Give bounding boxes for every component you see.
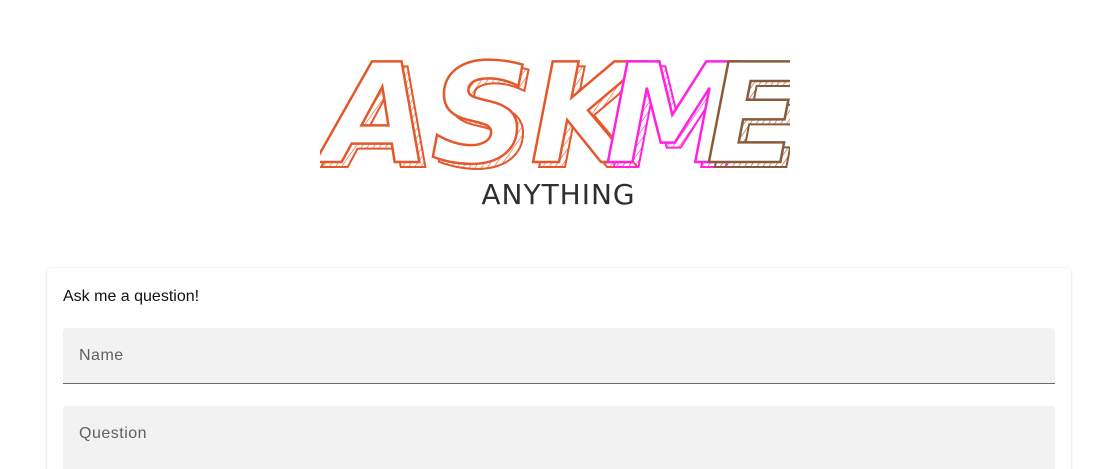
logo-subtitle: ANYTHING [481, 178, 636, 211]
question-form-card: Ask me a question! [47, 268, 1071, 469]
name-field[interactable] [63, 328, 1055, 384]
logo-e-text: E [706, 40, 790, 175]
ask-me-logo: ASK M E ASK M E [320, 40, 790, 175]
question-field[interactable] [63, 406, 1055, 469]
form-title: Ask me a question! [63, 288, 200, 305]
logo-ask-text: ASK [320, 40, 646, 175]
name-input[interactable] [63, 328, 1055, 384]
page: ASK M E ASK M E ANYTHING Ask me a questi… [0, 0, 1117, 469]
question-input[interactable] [63, 406, 1055, 462]
